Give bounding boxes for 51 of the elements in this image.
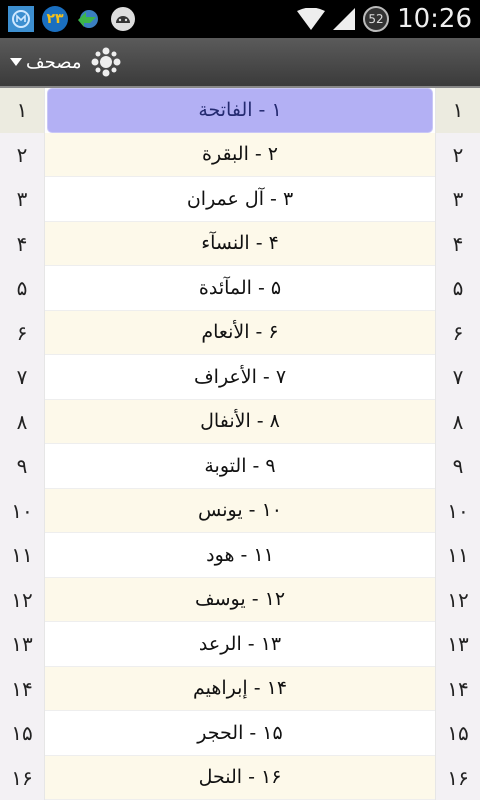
surah-item[interactable]: ۴ - النسآء (45, 222, 435, 266)
clock-time: 10:26 (397, 6, 472, 32)
surah-item[interactable]: ۱ - الفاتحة (47, 88, 433, 132)
surah-item[interactable]: ۱۰ - يونس (45, 488, 435, 533)
surah-item[interactable]: ۱۴ - إبراهيم (45, 666, 435, 711)
mushaf-dropdown[interactable]: مصحف (10, 48, 82, 76)
surah-item[interactable]: ۶ - الأنعام (45, 310, 435, 355)
index-number[interactable]: ۹ (436, 444, 480, 488)
index-number[interactable]: ۱ (436, 88, 480, 132)
index-number[interactable]: ۱۲ (0, 578, 44, 622)
index-number[interactable]: ۶ (0, 310, 44, 355)
index-number[interactable]: ۳ (436, 177, 480, 222)
index-number[interactable]: ۱۶ (436, 756, 480, 800)
index-number[interactable]: ۷ (436, 355, 480, 400)
index-number[interactable]: ۹ (0, 444, 44, 488)
index-number[interactable]: ۲ (436, 132, 480, 177)
index-number[interactable]: ۲ (0, 132, 44, 177)
index-number[interactable]: ۱۵ (436, 711, 480, 756)
index-number[interactable]: ۱۴ (0, 666, 44, 711)
index-number[interactable]: ۵ (0, 266, 44, 310)
index-number[interactable]: ۸ (436, 400, 480, 444)
wifi-icon (297, 8, 326, 30)
index-number[interactable]: ۱۳ (0, 622, 44, 666)
index-number[interactable]: ۱۱ (0, 533, 44, 578)
android-icon (110, 6, 136, 32)
index-number[interactable]: ۸ (0, 400, 44, 444)
index-number[interactable]: ۱۰ (0, 488, 44, 533)
ornament-logo-icon (90, 46, 122, 78)
index-number[interactable]: ۱۴ (436, 666, 480, 711)
index-number[interactable]: ۱ (0, 88, 44, 132)
index-number[interactable]: ۱۲ (436, 578, 480, 622)
index-number[interactable]: ۱۰ (436, 488, 480, 533)
caret-icon (10, 58, 22, 66)
index-number[interactable]: ۷ (0, 355, 44, 400)
app-icon (8, 6, 34, 32)
surah-item[interactable]: ۸ - الأنفال (45, 400, 435, 444)
index-number[interactable]: ۱۶ (0, 756, 44, 800)
index-number[interactable]: ۵ (436, 266, 480, 310)
index-number[interactable]: ۱۵ (0, 711, 44, 756)
index-number[interactable]: ۴ (436, 222, 480, 266)
index-number[interactable]: ۶ (436, 310, 480, 355)
surah-item[interactable]: ۱۲ - يوسف (45, 578, 435, 622)
index-number[interactable]: ۱۳ (436, 622, 480, 666)
index-number[interactable]: ۱۱ (436, 533, 480, 578)
index-number[interactable]: ۴ (0, 222, 44, 266)
battery-indicator: 52 (363, 6, 390, 32)
signal-icon (333, 8, 356, 30)
notification-badge: ۲۳ (42, 6, 68, 32)
index-number[interactable]: ۳ (0, 177, 44, 222)
surah-item[interactable]: ۱۶ - النحل (45, 756, 435, 800)
surah-item[interactable]: ۲ - البقرة (45, 132, 435, 177)
